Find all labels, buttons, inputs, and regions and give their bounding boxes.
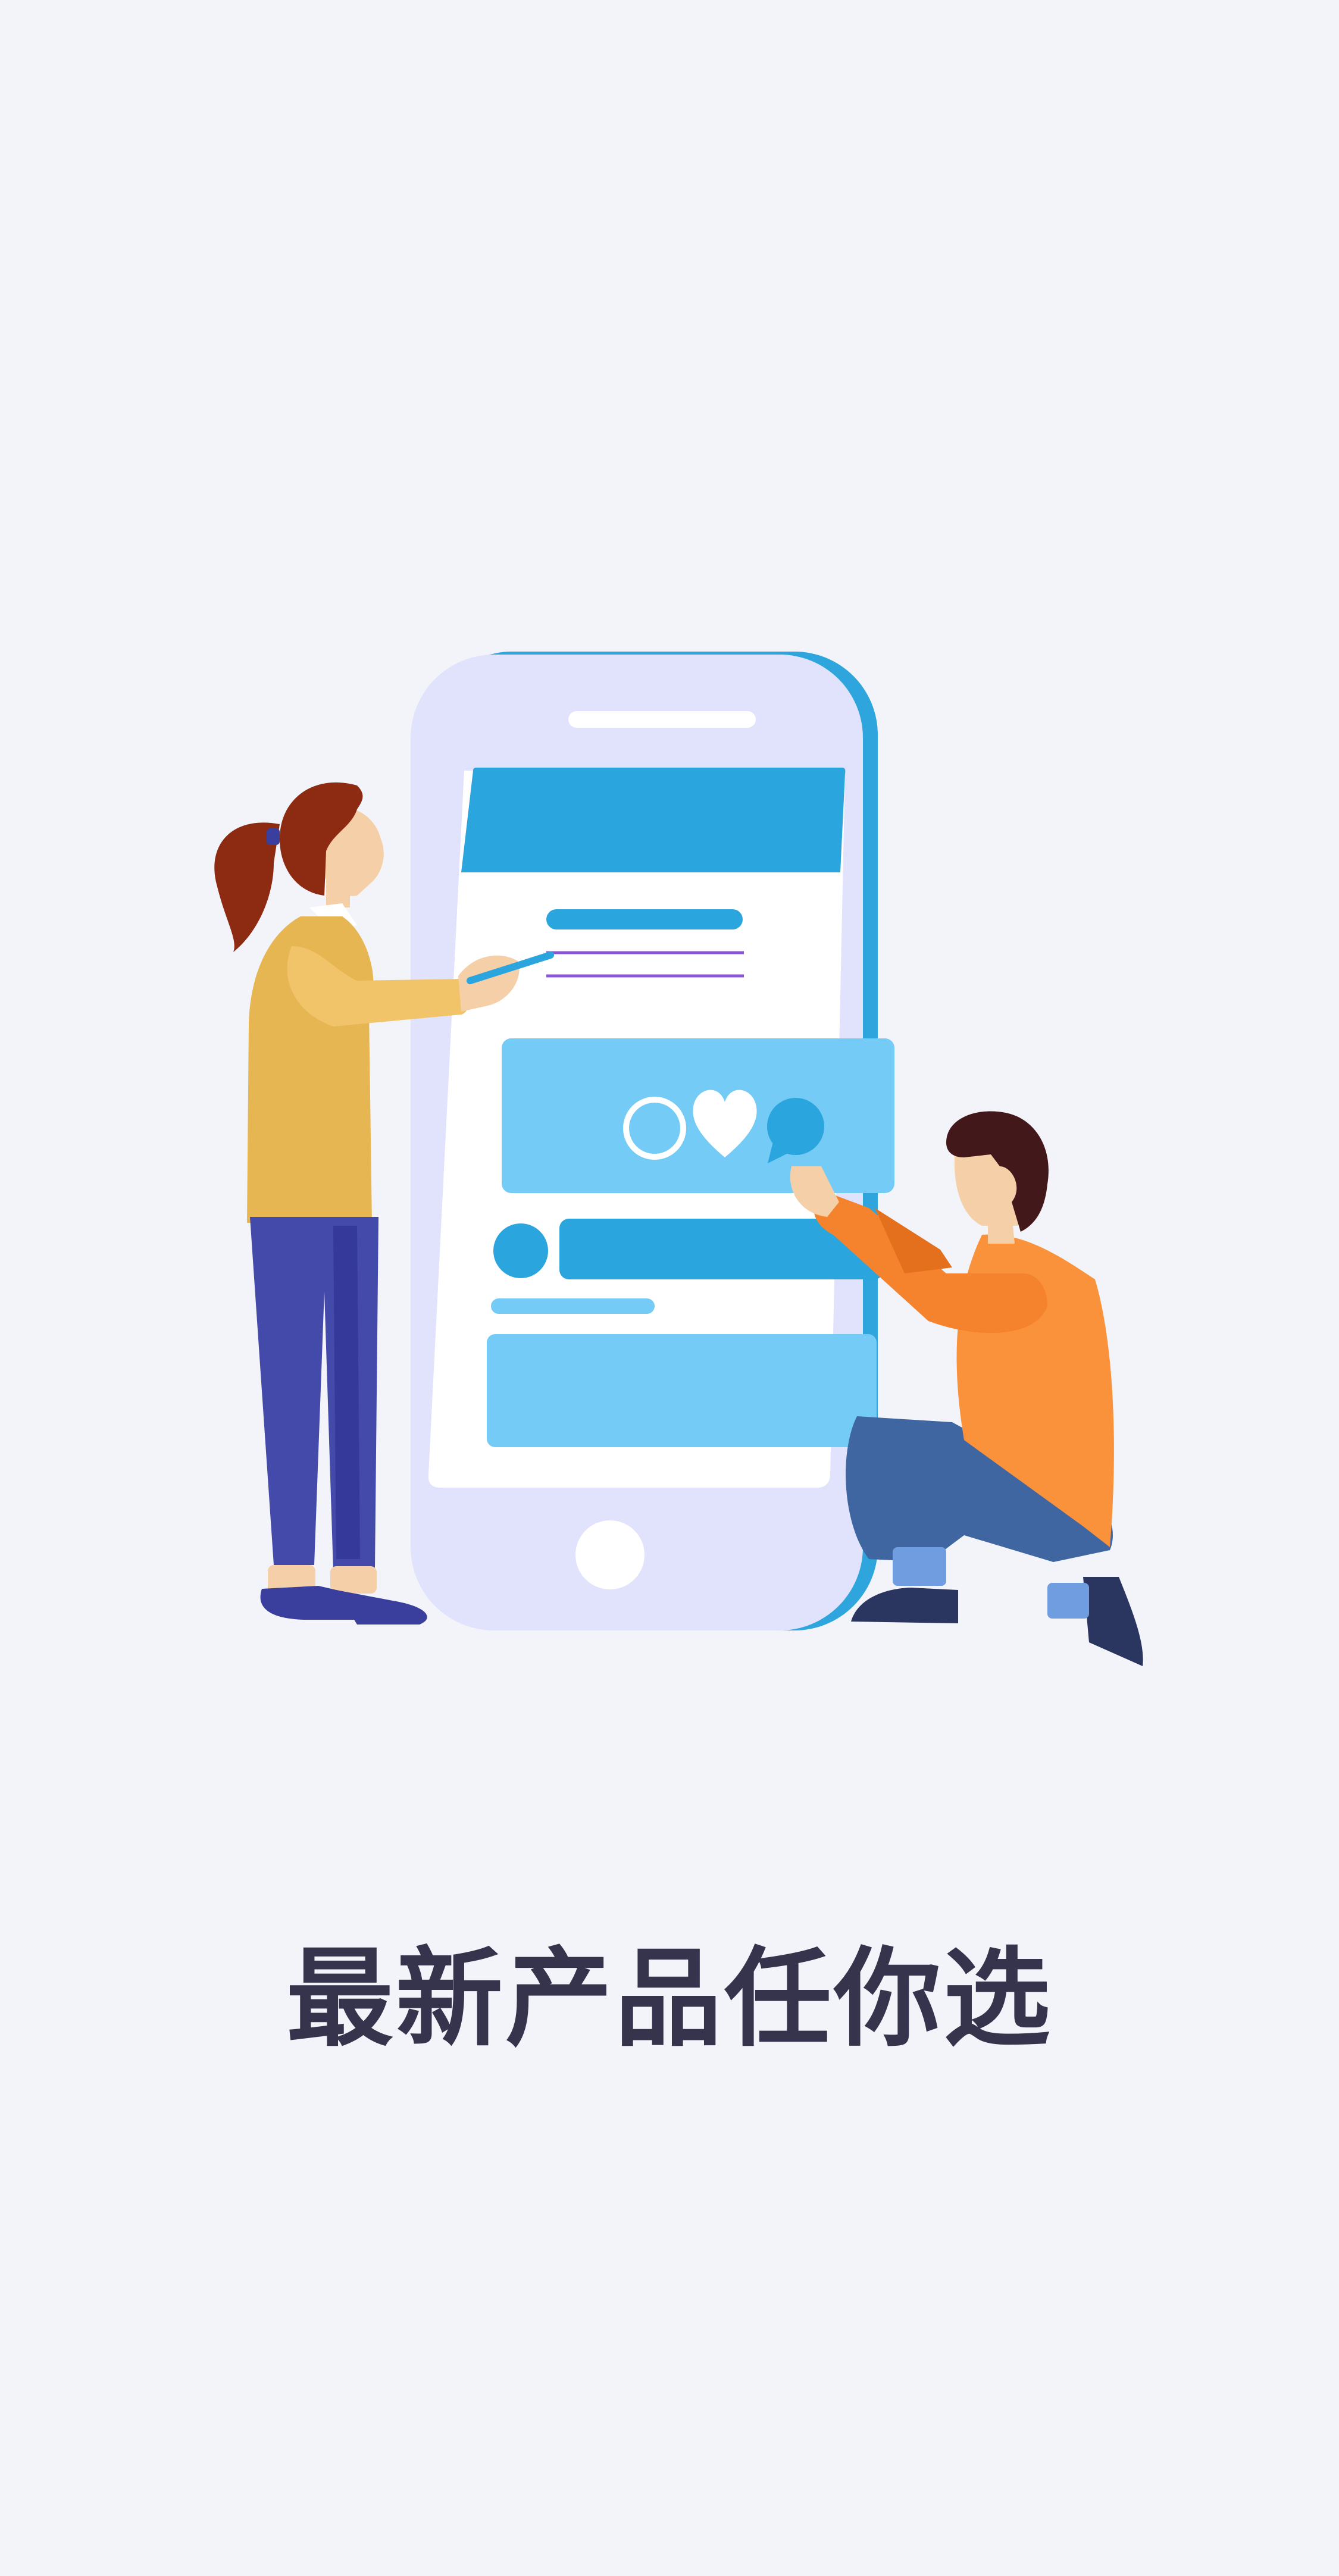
bottom-card	[487, 1334, 877, 1447]
phone-speaker	[568, 711, 756, 728]
list-small-line	[491, 1298, 655, 1314]
phone-text-line	[546, 909, 743, 929]
onboarding-slogan: 最新产品任你选	[286, 1937, 1053, 2061]
hero-illustration-svg	[214, 652, 1143, 1666]
woman-hair-tie	[267, 828, 280, 845]
home-button-graphic	[575, 1520, 645, 1589]
hero-illustration	[0, 595, 1339, 1726]
phone-illustration	[411, 652, 894, 1630]
phone-header-bar	[461, 768, 846, 872]
onboarding-screen: 最新产品任你选	[0, 0, 1339, 2576]
list-avatar	[493, 1223, 548, 1278]
man-shoe-back	[851, 1588, 958, 1623]
man-shoe-front	[1083, 1577, 1143, 1666]
